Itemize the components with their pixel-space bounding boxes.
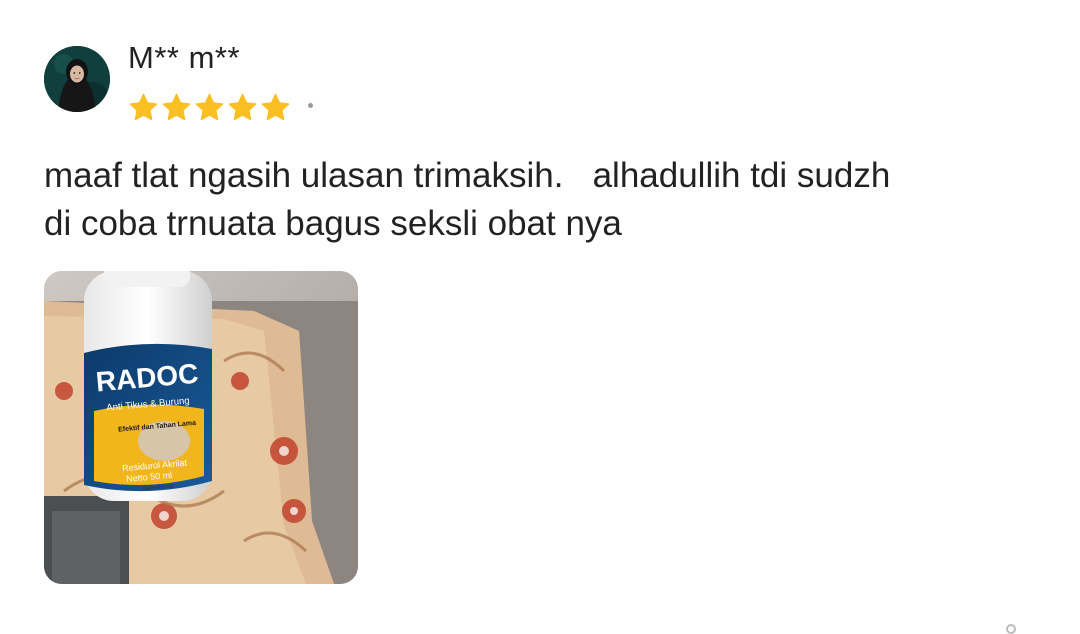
avatar-image: [44, 46, 110, 112]
star-icon: [228, 93, 257, 120]
review-photo[interactable]: RADOC Anti Tikus & Burung Efektif dan Ta…: [44, 271, 358, 584]
star-icon: [162, 93, 191, 120]
review-text: maaf tlat ngasih ulasan trimaksih. alhad…: [44, 156, 891, 243]
avatar[interactable]: [44, 46, 110, 112]
star-icon: [195, 93, 224, 120]
review-card: M** m** maaf tlat ngasih ulasan trimaksi…: [0, 0, 1080, 634]
star-icon: [129, 93, 158, 120]
star-rating: [128, 90, 291, 124]
corner-indicator-icon: [1006, 624, 1016, 634]
reviewer-name: M** m**: [128, 40, 241, 75]
separator-dot: [308, 103, 313, 108]
product-photo: RADOC Anti Tikus & Burung Efektif dan Ta…: [44, 271, 358, 584]
star-icon: [261, 93, 290, 120]
